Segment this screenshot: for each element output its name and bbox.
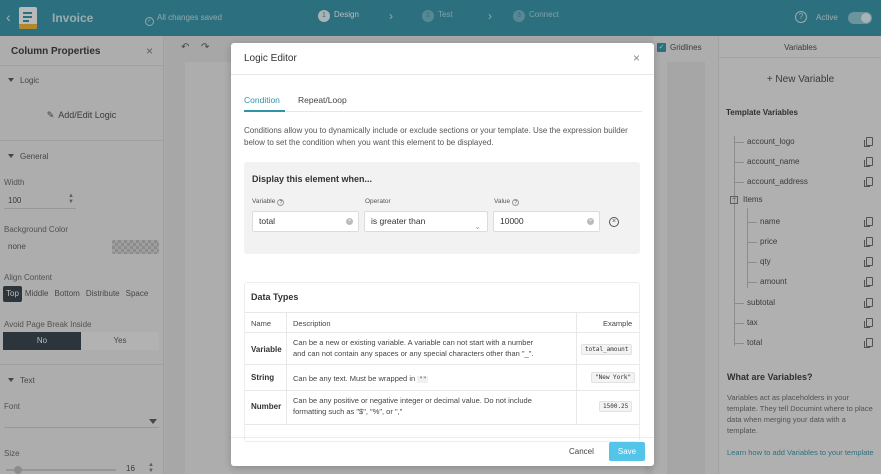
description-line: formatting such as "$", "%", or "," bbox=[293, 407, 403, 416]
chevron-down-icon: ⌄ bbox=[474, 222, 481, 231]
condition-builder: Display this element when... Variable? O… bbox=[244, 162, 640, 254]
variable-label: Variable? bbox=[252, 198, 285, 206]
label-text: Variable bbox=[252, 198, 276, 205]
divider bbox=[231, 437, 654, 438]
value-input[interactable]: 10000 × bbox=[493, 211, 600, 232]
input-value: 10000 bbox=[500, 216, 524, 226]
divider bbox=[231, 74, 654, 75]
clear-icon[interactable]: × bbox=[346, 218, 353, 225]
tab-divider bbox=[244, 111, 642, 112]
type-example: 1500.25 bbox=[599, 401, 633, 412]
cancel-button[interactable]: Cancel bbox=[569, 447, 594, 456]
table-border bbox=[245, 424, 639, 425]
type-example: total_amount bbox=[581, 344, 633, 355]
tab-repeat-loop[interactable]: Repeat/Loop bbox=[298, 95, 347, 105]
type-name: Number bbox=[251, 402, 282, 411]
operator-select[interactable]: is greater than ⌄ bbox=[364, 211, 488, 232]
condition-heading: Display this element when... bbox=[252, 174, 373, 184]
table-border bbox=[245, 390, 639, 391]
column-header-example: Example bbox=[603, 319, 633, 328]
data-types-heading: Data Types bbox=[251, 292, 299, 302]
active-tab-indicator bbox=[244, 110, 285, 112]
type-name: Variable bbox=[251, 345, 282, 354]
variable-input[interactable]: total × bbox=[252, 211, 359, 232]
description-line: Can be a new or existing variable. A var… bbox=[293, 338, 534, 347]
table-border bbox=[245, 312, 639, 313]
tab-condition[interactable]: Condition bbox=[244, 95, 280, 105]
table-border bbox=[245, 364, 639, 365]
operator-label: Operator bbox=[365, 198, 391, 205]
type-description: Can be a new or existing variable. A var… bbox=[293, 337, 583, 359]
modal-title: Logic Editor bbox=[244, 53, 297, 64]
help-icon[interactable]: ? bbox=[512, 199, 520, 206]
condition-description: Conditions allow you to dynamically incl… bbox=[244, 126, 628, 147]
type-name: String bbox=[251, 373, 275, 382]
clear-icon[interactable]: × bbox=[587, 218, 594, 225]
description-line: Can be any text. Must be wrapped in bbox=[293, 374, 416, 383]
select-value: is greater than bbox=[371, 216, 426, 226]
column-header-name: Name bbox=[251, 319, 272, 328]
inline-code: "" bbox=[417, 376, 429, 383]
table-border bbox=[245, 332, 639, 333]
table-border bbox=[286, 312, 287, 424]
data-types-table: Data Types Name Description Example Vari… bbox=[244, 282, 640, 442]
save-button[interactable]: Save bbox=[609, 442, 645, 461]
column-header-description: Description bbox=[293, 319, 331, 328]
input-value: total bbox=[259, 216, 276, 226]
description-line: Can be any positive or negative integer … bbox=[293, 396, 532, 405]
type-description: Can be any text. Must be wrapped in "" bbox=[293, 373, 583, 385]
close-icon[interactable]: × bbox=[633, 51, 640, 65]
remove-condition-icon[interactable]: × bbox=[609, 217, 619, 227]
logic-editor-modal: Logic Editor × Condition Repeat/Loop Con… bbox=[231, 43, 654, 466]
help-icon[interactable]: ? bbox=[277, 199, 285, 206]
type-example: "New York" bbox=[591, 372, 636, 383]
type-description: Can be any positive or negative integer … bbox=[293, 395, 583, 417]
label-text: Value bbox=[494, 198, 511, 205]
description-line: and can not contain any spaces or any sp… bbox=[293, 349, 534, 358]
value-label: Value? bbox=[494, 198, 520, 206]
